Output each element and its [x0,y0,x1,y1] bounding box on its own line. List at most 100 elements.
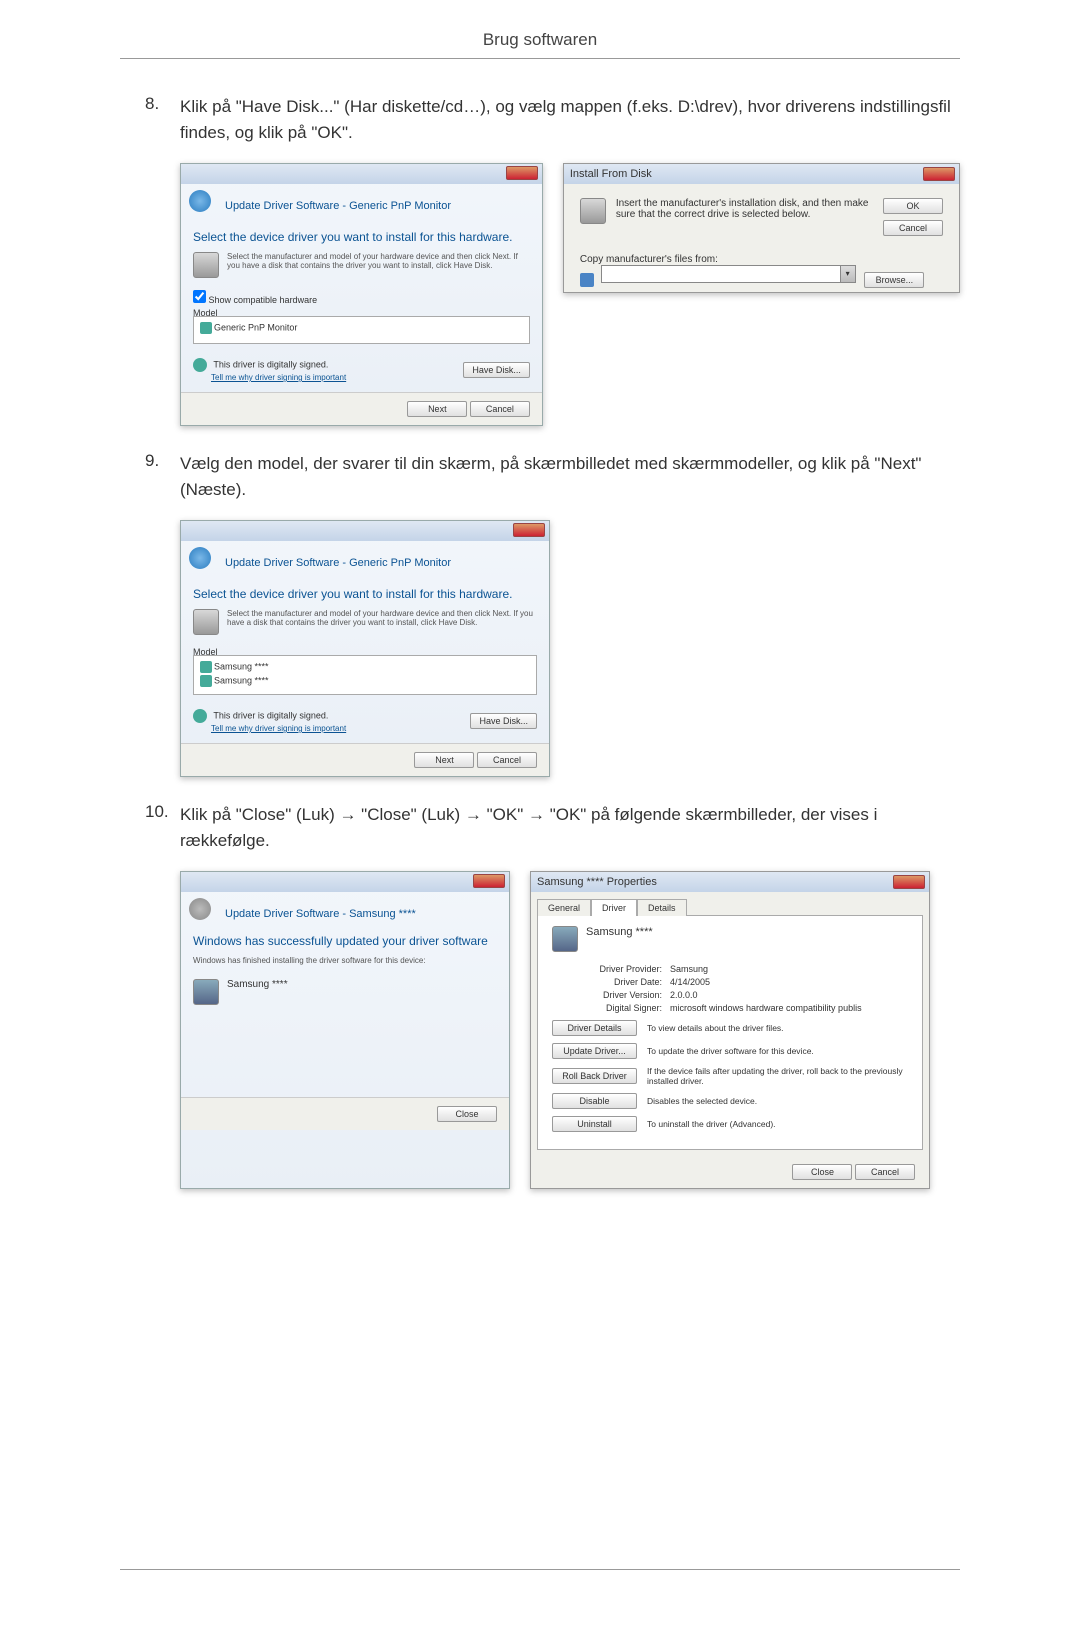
signed-text: This driver is digitally signed. [213,359,328,369]
path-combo[interactable] [601,265,841,283]
monitor-icon [200,661,212,673]
cancel-button[interactable]: Cancel [477,752,537,768]
dialog-title: Install From Disk [570,168,652,180]
desc: To update the driver software for this d… [647,1046,908,1056]
monitor-icon [552,926,578,952]
desc: If the device fails after updating the d… [647,1066,908,1086]
tab-driver[interactable]: Driver [591,899,637,916]
close-icon[interactable] [893,875,925,889]
close-button[interactable]: Close [437,1106,497,1122]
have-disk-button[interactable]: Have Disk... [463,362,530,378]
titlebar: Install From Disk [564,164,959,184]
desc: Disables the selected device. [647,1096,908,1106]
step-number: 8. [145,94,159,114]
value: 2.0.0.0 [670,990,698,1000]
back-icon [189,898,211,920]
instruction-text: Select the manufacturer and model of you… [227,609,537,627]
close-icon[interactable] [923,167,955,181]
cancel-button[interactable]: Cancel [883,220,943,236]
page-footer [120,1569,960,1570]
back-icon[interactable] [189,190,211,212]
section-title: Windows has successfully updated your dr… [193,934,497,948]
value: microsoft windows hardware compatibility… [670,1003,862,1013]
next-button[interactable]: Next [414,752,474,768]
chevron-down-icon[interactable]: ▾ [840,265,856,283]
signing-link[interactable]: Tell me why driver signing is important [211,373,346,382]
instruction-text: Select the manufacturer and model of you… [227,252,530,270]
list-item[interactable]: Generic PnP Monitor [198,321,525,335]
signed-text: This driver is digitally signed. [213,710,328,720]
step-text: Klik på "Have Disk..." (Har diskette/cd…… [180,94,960,145]
nav-title: Update Driver Software - Generic PnP Mon… [225,200,530,212]
update-driver-dialog-1: Update Driver Software - Generic PnP Mon… [180,163,543,426]
driver-details-button[interactable]: Driver Details [552,1020,637,1036]
monitor-icon [200,322,212,334]
signing-link[interactable]: Tell me why driver signing is important [211,724,346,733]
instruction-text: Insert the manufacturer's installation d… [616,198,883,220]
device-name: Samsung **** [586,926,653,938]
monitor-icon [193,979,219,1005]
value: Samsung [670,964,708,974]
titlebar [181,164,542,184]
uninstall-button[interactable]: Uninstall [552,1116,637,1132]
signed-icon [193,709,207,723]
list-item[interactable]: Samsung **** [198,660,532,674]
step-text: Klik på "Close" (Luk) → "Close" (Luk) → … [180,802,960,853]
update-driver-success-dialog: Update Driver Software - Samsung **** Wi… [180,871,510,1189]
sub-text: Windows has finished installing the driv… [193,956,497,965]
device-name: Samsung **** [227,979,288,990]
titlebar: Samsung **** Properties [531,872,929,892]
next-button[interactable]: Next [407,401,467,417]
close-button[interactable]: Close [792,1164,852,1180]
close-icon[interactable] [513,523,545,537]
drive-icon [580,273,594,287]
cancel-button[interactable]: Cancel [470,401,530,417]
back-icon[interactable] [189,547,211,569]
label: Digital Signer: [580,1003,670,1013]
desc: To uninstall the driver (Advanced). [647,1119,908,1129]
install-from-disk-dialog: Install From Disk OK Cancel Insert the m… [563,163,960,293]
ok-button[interactable]: OK [883,198,943,214]
nav-title: Update Driver Software - Generic PnP Mon… [225,557,537,569]
list-item[interactable]: Samsung **** [198,674,532,688]
desc: To view details about the driver files. [647,1023,908,1033]
have-disk-button[interactable]: Have Disk... [470,713,537,729]
label: Driver Version: [580,990,670,1000]
disable-button[interactable]: Disable [552,1093,637,1109]
step-9: 9. Vælg den model, der svarer til din sk… [180,451,960,777]
floppy-icon [193,609,219,635]
model-list[interactable]: Samsung **** Samsung **** [193,655,537,695]
floppy-icon [580,198,606,224]
roll-back-driver-button[interactable]: Roll Back Driver [552,1068,637,1084]
step-number: 9. [145,451,159,471]
label: Driver Date: [580,977,670,987]
value: 4/14/2005 [670,977,710,987]
dialog-title: Samsung **** Properties [537,876,657,888]
section-title: Select the device driver you want to ins… [193,230,530,244]
step-text: Vælg den model, der svarer til din skærm… [180,451,960,502]
model-list[interactable]: Generic PnP Monitor [193,316,530,344]
update-driver-dialog-2: Update Driver Software - Generic PnP Mon… [180,520,550,777]
update-driver-button[interactable]: Update Driver... [552,1043,637,1059]
nav-title: Update Driver Software - Samsung **** [225,908,497,920]
titlebar [181,521,549,541]
device-properties-dialog: Samsung **** Properties General Driver D… [530,871,930,1189]
label: Driver Provider: [580,964,670,974]
section-title: Select the device driver you want to ins… [193,587,537,601]
cancel-button[interactable]: Cancel [855,1164,915,1180]
titlebar [181,872,509,892]
show-compatible-checkbox[interactable]: Show compatible hardware [193,290,530,305]
step-10: 10. Klik på "Close" (Luk) → "Close" (Luk… [180,802,960,1189]
monitor-icon [200,675,212,687]
step-8: 8. Klik på "Have Disk..." (Har diskette/… [180,94,960,426]
tab-details[interactable]: Details [637,899,687,916]
tab-general[interactable]: General [537,899,591,916]
floppy-icon [193,252,219,278]
checkbox-label: Show compatible hardware [209,295,318,305]
page-title: Brug softwaren [120,30,960,59]
copy-label: Copy manufacturer's files from: [580,254,943,265]
close-icon[interactable] [473,874,505,888]
signed-icon [193,358,207,372]
browse-button[interactable]: Browse... [864,272,924,288]
close-icon[interactable] [506,166,538,180]
